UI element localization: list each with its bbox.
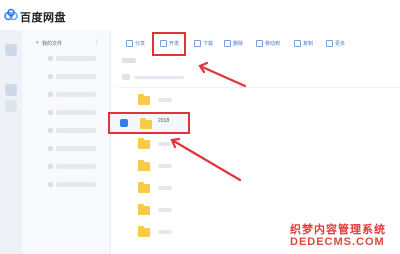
download-button[interactable]: 下载 (194, 38, 213, 50)
sidebar-item-icon (48, 182, 53, 187)
baidu-cloud-logo-icon (4, 8, 18, 21)
sidebar-item-icon (48, 146, 53, 151)
sidebar-item[interactable] (56, 164, 96, 169)
folder-icon (138, 94, 150, 105)
file-name (158, 142, 172, 146)
sidebar-item[interactable] (56, 56, 96, 61)
folder-icon (138, 226, 150, 237)
sidebar-item-icon (48, 92, 53, 97)
list-item[interactable] (118, 178, 400, 198)
list-item[interactable] (118, 134, 400, 154)
sidebar-item-icon (48, 164, 53, 169)
checkbox-all[interactable] (122, 74, 130, 80)
move-button[interactable]: 移动到 (256, 38, 280, 50)
list-item[interactable] (118, 200, 400, 220)
list-item[interactable] (118, 90, 400, 110)
open-button-highlight (152, 32, 186, 56)
list-item[interactable] (118, 156, 400, 176)
watermark-line2: DEDECMS.COM (290, 236, 385, 248)
delete-button[interactable]: 删除 (224, 38, 243, 50)
file-name (158, 186, 172, 190)
sidebar: ▾ 我的文件 ⋮ (22, 30, 111, 254)
share-button[interactable]: 分享 (126, 38, 145, 50)
sidebar-item[interactable] (56, 128, 96, 133)
watermark-line1: 织梦内容管理系统 (290, 224, 386, 236)
title-bar: 百度网盘 (0, 0, 400, 30)
arrow-to-open-button (198, 64, 247, 88)
checkbox-checked-icon[interactable] (120, 119, 128, 127)
tools-nav-icon[interactable] (5, 100, 17, 112)
column-header (134, 76, 184, 79)
download-icon (194, 40, 201, 48)
delete-icon (224, 40, 231, 48)
sidebar-item-icon (48, 74, 53, 79)
file-name (158, 164, 172, 168)
sidebar-item-icon (48, 128, 53, 133)
files-nav-icon[interactable] (5, 44, 17, 56)
left-rail (0, 30, 22, 254)
app-title: 百度网盘 (20, 12, 66, 24)
sidebar-item-icon (48, 110, 53, 115)
folder-icon (138, 204, 150, 215)
share-icon (126, 40, 133, 48)
sidebar-item[interactable] (56, 110, 96, 115)
share-nav-icon[interactable] (5, 84, 17, 96)
selected-folder-row[interactable]: 2018 (108, 112, 190, 134)
folder-icon (140, 118, 152, 129)
folder-icon (138, 182, 150, 193)
sidebar-item[interactable] (56, 182, 96, 187)
folder-name: 2018 (158, 118, 170, 124)
sidebar-section-label[interactable]: 我的文件 (42, 40, 62, 47)
file-name (158, 230, 172, 234)
sidebar-item[interactable] (56, 146, 96, 151)
sidebar-item-icon (48, 56, 53, 61)
more-icon (326, 40, 333, 48)
breadcrumb[interactable] (122, 58, 136, 63)
caret-down-icon[interactable]: ▾ (36, 40, 39, 46)
more-icon[interactable]: ⋮ (94, 39, 100, 46)
file-name (158, 98, 172, 102)
folder-icon (138, 160, 150, 171)
sidebar-item[interactable] (56, 92, 96, 97)
move-icon (256, 40, 263, 48)
sidebar-item[interactable] (56, 74, 96, 79)
copy-icon (294, 40, 301, 48)
copy-button[interactable]: 复制 (294, 38, 313, 50)
folder-icon (138, 138, 150, 149)
file-name (158, 208, 172, 212)
divider (118, 87, 400, 88)
more-button[interactable]: 更多 (326, 38, 345, 50)
